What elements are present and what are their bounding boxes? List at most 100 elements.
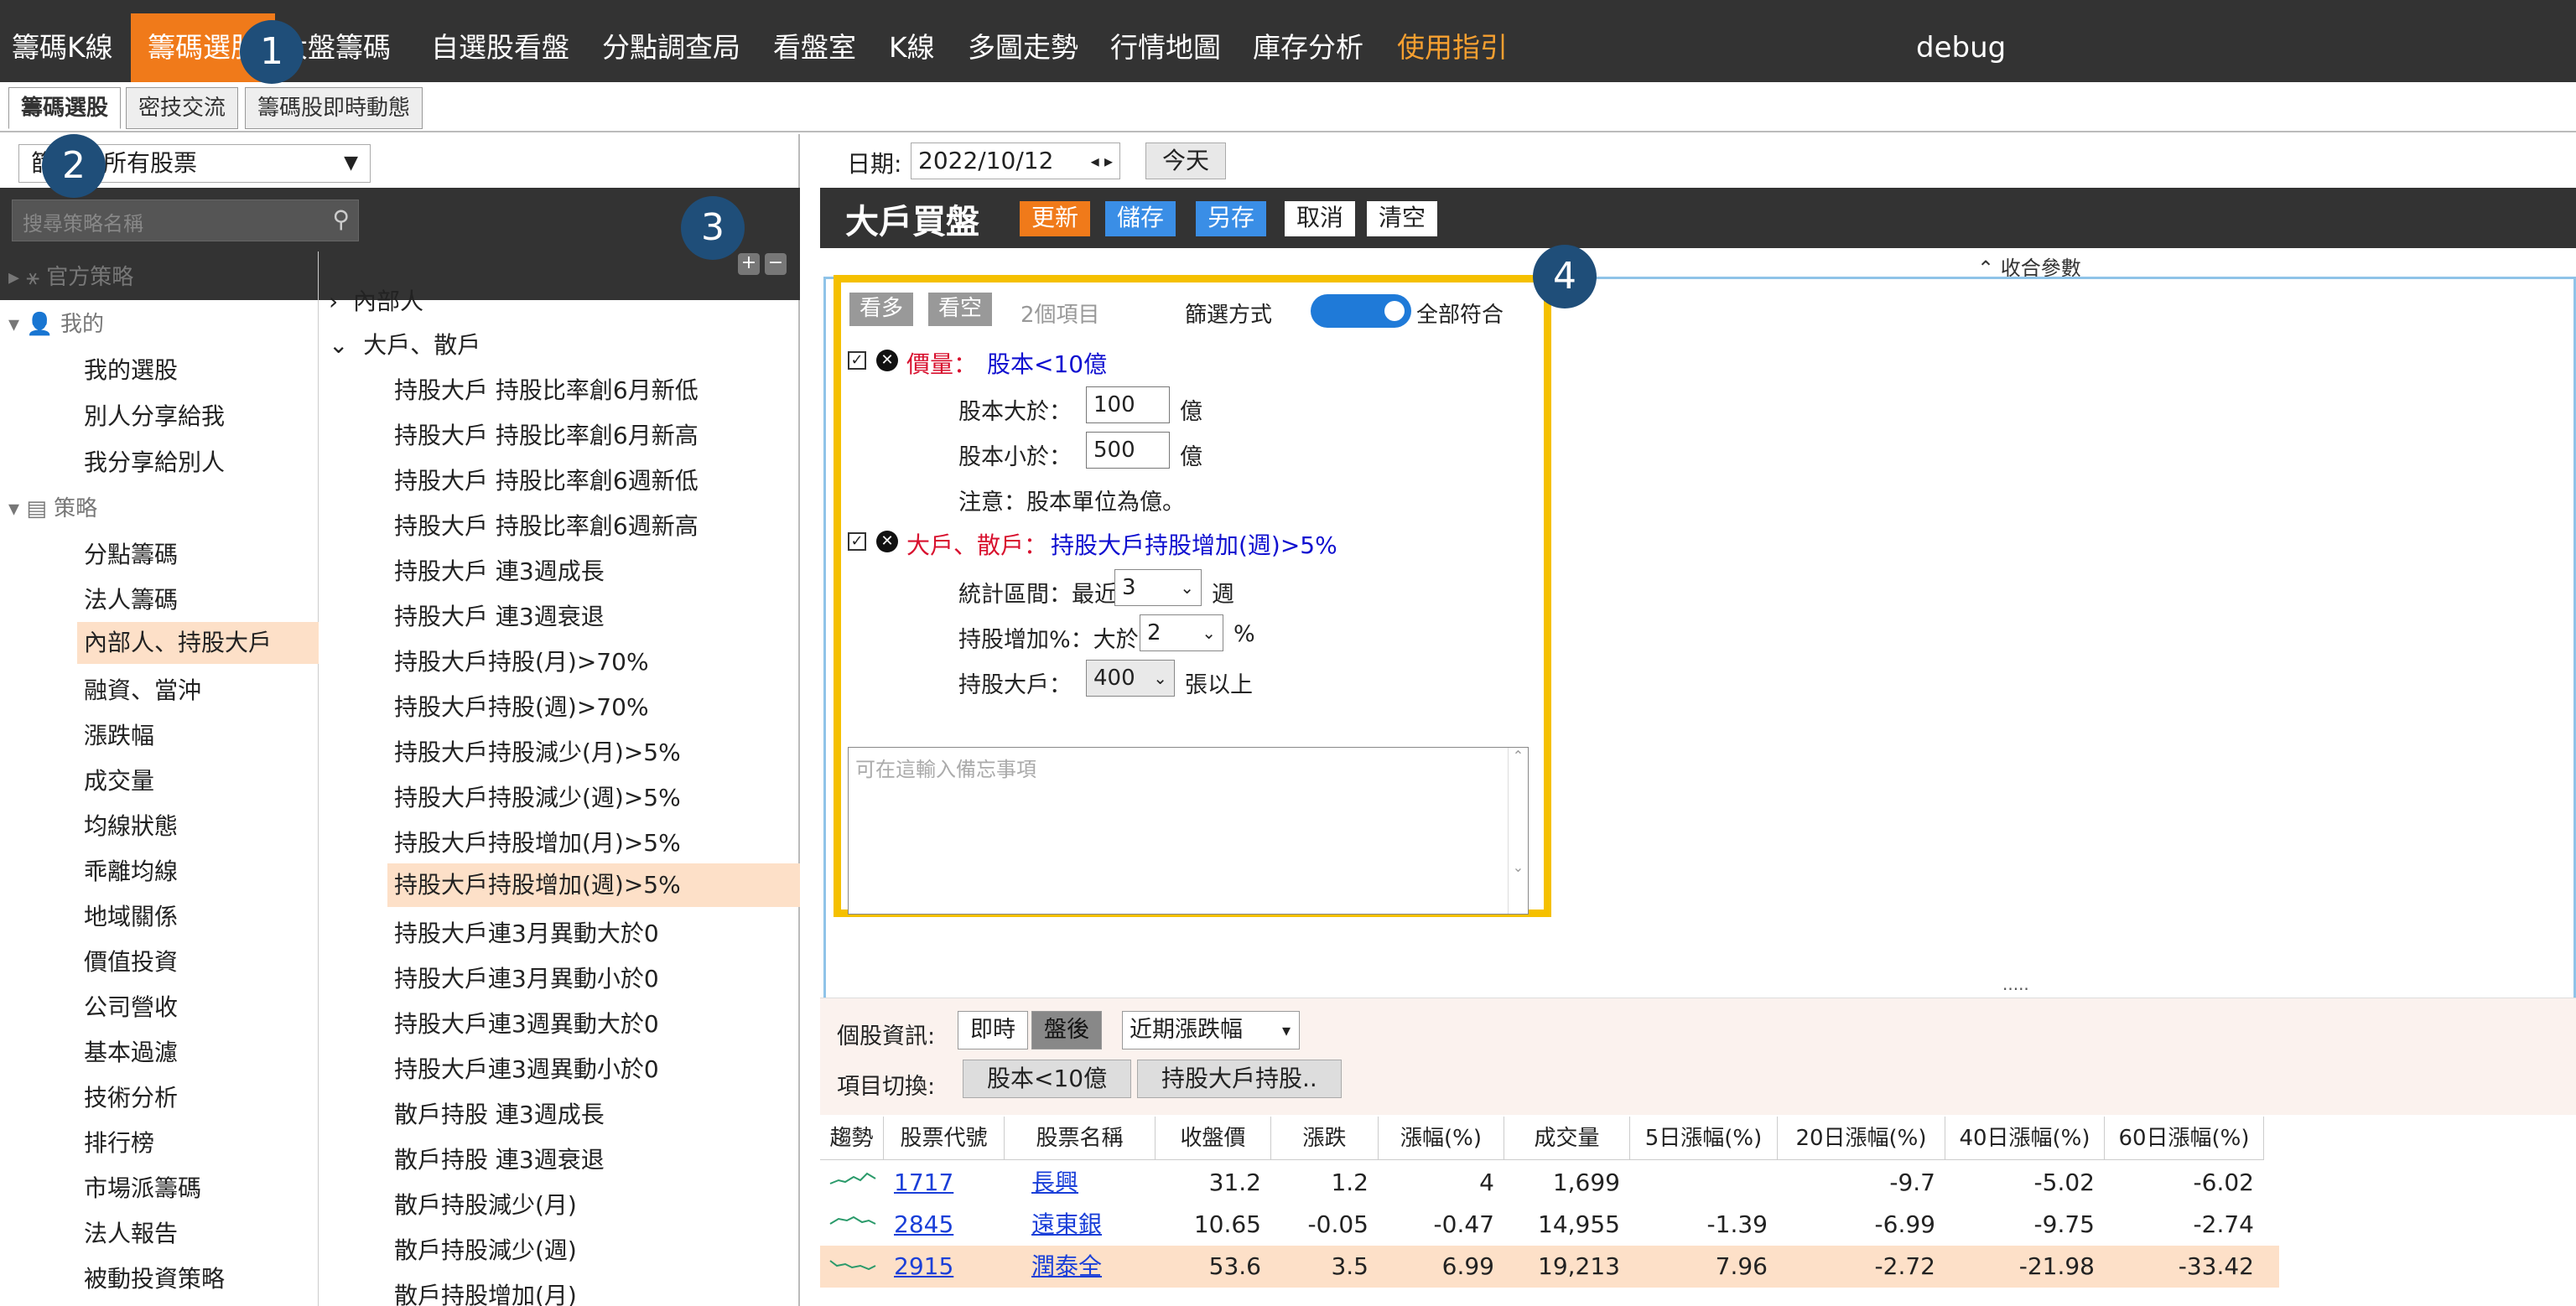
column-header[interactable]: 股票名稱 xyxy=(1005,1117,1156,1160)
tree-item[interactable]: 融資、當沖 xyxy=(84,672,201,706)
menu-trading-room[interactable]: 看盤室 xyxy=(773,13,856,82)
switch-capital-button[interactable]: 股本<10億 xyxy=(963,1060,1132,1098)
strategy-item[interactable]: 持股大戶持股減少(週)>5% xyxy=(394,780,681,813)
switch-holder-button[interactable]: 持股大戶持股.. xyxy=(1137,1060,1342,1098)
strategy-item[interactable]: 持股大戶持股增加(月)>5% xyxy=(394,825,681,858)
stock-code-link[interactable]: 1717 xyxy=(894,1162,953,1204)
tab-tips-exchange[interactable]: 密技交流 xyxy=(126,87,239,129)
strategy-item[interactable]: 散戶持股減少(月) xyxy=(394,1187,577,1220)
strategy-item[interactable]: 持股大戶連3週異動大於0 xyxy=(394,1006,659,1039)
stock-code-link[interactable]: 2845 xyxy=(894,1204,953,1246)
criterion-2-remove-icon[interactable]: ✕ xyxy=(876,531,898,552)
strategy-item[interactable]: 持股大戶 持股比率創6週新高 xyxy=(394,508,699,542)
menu-kline[interactable]: K線 xyxy=(889,13,935,82)
cancel-button[interactable]: 取消 xyxy=(1285,201,1356,236)
tree-item[interactable]: 地域關係 xyxy=(84,899,178,932)
resize-handle[interactable]: ..... xyxy=(2002,974,2029,994)
strategy-search-input[interactable]: 搜尋策略名稱 ⚲ xyxy=(12,200,359,241)
realtime-button[interactable]: 即時 xyxy=(958,1011,1028,1049)
tree-item[interactable]: 分點籌碼 xyxy=(84,536,178,570)
tree-item[interactable]: 技術分析 xyxy=(84,1080,178,1113)
date-stepper-icon[interactable]: ◂ ▸ xyxy=(1091,143,1113,179)
tree-item[interactable]: 成交量 xyxy=(84,763,154,796)
column-header[interactable]: 漲跌 xyxy=(1271,1117,1379,1160)
column-header[interactable]: 20日漲幅(%) xyxy=(1778,1117,1945,1160)
search-icon[interactable]: ⚲ xyxy=(332,205,350,233)
criterion-1-name[interactable]: 股本<10億 xyxy=(987,346,1107,380)
tree-item[interactable]: 排行榜 xyxy=(84,1125,154,1158)
strategy-item[interactable]: 持股大戶連3月異動大於0 xyxy=(394,915,659,949)
column-header[interactable]: 成交量 xyxy=(1504,1117,1630,1160)
stock-name-link[interactable]: 遠東銀 xyxy=(1031,1204,1102,1246)
stock-name-link[interactable]: 長興 xyxy=(1031,1162,1078,1204)
menu-watchlist[interactable]: 自選股看盤 xyxy=(431,13,569,82)
criterion-2-name[interactable]: 持股大戶持股增加(週)>5% xyxy=(1051,527,1337,561)
strategy-item[interactable]: 持股大戶 持股比率創6月新低 xyxy=(394,372,699,406)
column-header[interactable]: 股票代號 xyxy=(884,1117,1005,1160)
menu-multi-chart[interactable]: 多圖走勢 xyxy=(968,13,1078,82)
clear-button[interactable]: 清空 xyxy=(1367,201,1438,236)
capital-max-input[interactable]: 500 xyxy=(1086,432,1170,469)
menu-market-map[interactable]: 行情地圖 xyxy=(1110,13,1221,82)
strategy-item[interactable]: 散戶持股減少(週) xyxy=(394,1232,577,1266)
strategy-item[interactable]: 散戶持股 連3週衰退 xyxy=(394,1142,605,1175)
tree-item-my-picks[interactable]: 我的選股 xyxy=(84,352,178,386)
strategy-item-selected[interactable]: 持股大戶持股增加(週)>5% xyxy=(387,863,800,907)
menu-inventory-analysis[interactable]: 庫存分析 xyxy=(1253,13,1363,82)
increase-select[interactable]: 2 ⌄ xyxy=(1140,614,1223,651)
tree-node-strategy[interactable]: ▾ ▤ 策略 xyxy=(8,491,97,522)
period-change-select[interactable]: 近期漲跌幅 ▾ xyxy=(1122,1011,1300,1049)
strategy-item[interactable]: 散戶持股 連3週成長 xyxy=(394,1096,605,1130)
bear-button[interactable]: 看空 xyxy=(928,293,993,326)
strategy-item[interactable]: 持股大戶 連3週成長 xyxy=(394,553,605,587)
menu-chip-kline[interactable]: 籌碼K線 xyxy=(12,13,113,82)
holder-select[interactable]: 400 ⌄ xyxy=(1086,660,1175,697)
tree-item-selected[interactable]: 內部人、持股大戶 xyxy=(77,622,319,664)
column-header[interactable]: 40日漲幅(%) xyxy=(1945,1117,2105,1160)
menu-user-guide[interactable]: 使用指引 xyxy=(1397,13,1508,82)
tree-item-shared-to-me[interactable]: 別人分享給我 xyxy=(84,398,225,432)
tree-item-shared-by-me[interactable]: 我分享給別人 xyxy=(84,444,225,478)
capital-min-input[interactable]: 100 xyxy=(1086,386,1170,423)
tree-node-mine[interactable]: ▾ 👤 我的 xyxy=(8,307,104,338)
strategy-item[interactable]: 持股大戶持股減少(月)>5% xyxy=(394,734,681,768)
tree-item[interactable]: 漲跌幅 xyxy=(84,718,154,751)
tree-item[interactable]: 價值投資 xyxy=(84,944,178,977)
table-row-selected[interactable]: 2915 潤泰全 53.6 3.5 6.99 19,213 7.96 -2.72… xyxy=(820,1246,2279,1288)
tab-chip-stocks-realtime[interactable]: 籌碼股即時動態 xyxy=(245,87,423,129)
bull-button[interactable]: 看多 xyxy=(849,293,914,326)
column-header[interactable]: 收盤價 xyxy=(1156,1117,1271,1160)
filter-mode-toggle[interactable] xyxy=(1311,294,1411,328)
stock-code-link[interactable]: 2915 xyxy=(894,1246,953,1288)
tree-item[interactable]: 法人籌碼 xyxy=(84,582,178,615)
tree-item[interactable]: 乖離均線 xyxy=(84,853,178,887)
criterion-2-checkbox[interactable]: ✓ xyxy=(848,532,866,551)
strategy-item[interactable]: 持股大戶 持股比率創6週新低 xyxy=(394,463,699,496)
tree-node-official[interactable]: ▸ ⚹ 官方策略 xyxy=(8,260,133,291)
tree-item[interactable]: 基本過濾 xyxy=(84,1034,178,1068)
tree-item[interactable]: 法人報告 xyxy=(84,1215,178,1249)
table-row[interactable]: 2845 遠東銀 10.65 -0.05 -0.47 14,955 -1.39 … xyxy=(820,1204,2279,1246)
memo-scrollbar[interactable]: ⌃ ⌄ xyxy=(1508,748,1528,914)
tree-item[interactable]: 市場派籌碼 xyxy=(84,1170,201,1204)
menu-branch-investigation[interactable]: 分點調查局 xyxy=(602,13,740,82)
update-button[interactable]: 更新 xyxy=(1020,201,1091,236)
strategy-item[interactable]: 持股大戶 持股比率創6月新高 xyxy=(394,417,699,451)
strategy-item[interactable]: 持股大戶持股(月)>70% xyxy=(394,644,649,677)
tab-chip-selection[interactable]: 籌碼選股 xyxy=(8,87,122,129)
tree-item[interactable]: 公司營收 xyxy=(84,989,178,1023)
save-button[interactable]: 儲存 xyxy=(1105,201,1176,236)
column-header[interactable]: 漲幅(%) xyxy=(1379,1117,1504,1160)
strategy-item[interactable]: 持股大戶連3週異動小於0 xyxy=(394,1051,659,1085)
column-header[interactable]: 趨勢 xyxy=(820,1117,884,1160)
strategy-item[interactable]: 持股大戶持股(週)>70% xyxy=(394,689,649,723)
column-header[interactable]: 60日漲幅(%) xyxy=(2105,1117,2264,1160)
tree-item[interactable]: 被動投資策略 xyxy=(84,1261,225,1294)
save-as-button[interactable]: 另存 xyxy=(1196,201,1267,236)
criterion-1-checkbox[interactable]: ✓ xyxy=(848,351,866,370)
stock-name-link[interactable]: 潤泰全 xyxy=(1031,1246,1102,1288)
strategy-item[interactable]: 持股大戶 連3週衰退 xyxy=(394,599,605,632)
period-select[interactable]: 3 ⌄ xyxy=(1114,569,1202,606)
strategy-item[interactable]: 散戶持股增加(月) xyxy=(394,1277,577,1306)
strategy-item[interactable]: 持股大戶連3月異動小於0 xyxy=(394,961,659,994)
